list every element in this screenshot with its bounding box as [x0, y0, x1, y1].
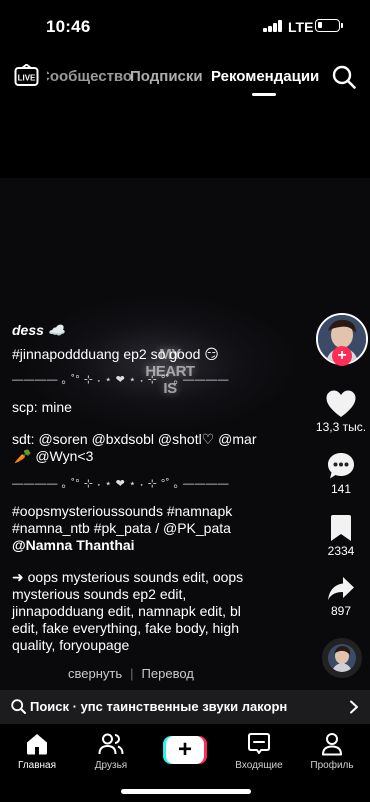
tab-following[interactable]: Подписки: [130, 68, 203, 85]
collapse-link[interactable]: свернуть: [68, 666, 122, 681]
battery-icon: [315, 19, 343, 32]
nav-home-label: Главная: [17, 760, 57, 771]
save-count: 2334: [327, 544, 355, 558]
caption-keywords: ➜ oops mysterious sounds edit, oops: [12, 569, 244, 585]
signal-icon: [263, 20, 283, 32]
music-cover-image: [328, 644, 356, 672]
nav-friends[interactable]: Друзья: [81, 732, 141, 771]
like-count: 13,3 тыс.: [315, 420, 367, 434]
caption-scp: scp: mine: [12, 399, 72, 415]
status-bar: 10:46 LTE: [0, 0, 370, 52]
author-username[interactable]: dess ☁️: [12, 322, 302, 339]
caption-line: #jinnapoddduang ep2 so good 😏: [12, 346, 219, 362]
caption-hashtags[interactable]: #oopsmysterioussounds #namnapk: [12, 503, 302, 520]
translate-link[interactable]: Перевод: [142, 666, 194, 681]
share-icon: [328, 577, 354, 600]
comment-button[interactable]: 141: [313, 452, 369, 496]
caption-hashtags-2[interactable]: #namna_ntb #pk_pata / @PK_pata: [12, 520, 302, 537]
home-indicator: [121, 789, 251, 794]
search-icon[interactable]: [332, 65, 356, 89]
like-button[interactable]: 13,3 тыс.: [313, 390, 369, 434]
create-button[interactable]: +: [163, 736, 207, 764]
caption-keywords-4: edit, fake everything, fake body, high: [12, 620, 239, 636]
friends-icon: [98, 733, 124, 755]
caption-sdt-2: 🥕 @Wyn<3: [14, 448, 94, 464]
svg-text:LIVE: LIVE: [18, 74, 36, 83]
nav-home[interactable]: Главная: [7, 732, 67, 771]
caption-keywords-3: jinnapodduang edit, namnapk edit, bl: [12, 603, 241, 619]
inbox-icon: [248, 733, 270, 754]
comment-icon: [328, 453, 354, 479]
caption-mention[interactable]: @Namna Thanthai: [12, 537, 302, 554]
nav-inbox[interactable]: Входящие: [229, 732, 289, 771]
bookmark-icon: [331, 515, 351, 541]
caption-sdt: sdt: @soren @bxdsobl @shotl♡ @mar: [12, 431, 257, 447]
tab-community[interactable]: Сообщество: [47, 68, 132, 85]
status-time: 10:46: [46, 17, 91, 36]
live-icon[interactable]: LIVE: [14, 64, 39, 88]
nav-profile-label: Профиль: [310, 760, 354, 771]
caption-actions: свернуть | Перевод: [68, 666, 194, 681]
save-button[interactable]: 2334: [313, 514, 369, 558]
caption-keywords-2: mysterious sounds ep2 edit,: [12, 586, 187, 602]
profile-icon: [322, 733, 342, 756]
share-count: 897: [330, 604, 352, 618]
active-tab-indicator: [252, 93, 276, 96]
search-icon: [11, 699, 26, 714]
top-nav: LIVE Сообщество Подписки Рекомендации: [0, 58, 370, 98]
related-search-bar[interactable]: Поиск · упс таинственные звуки лакорн: [0, 690, 370, 724]
home-icon: [27, 734, 47, 755]
nav-profile[interactable]: Профиль: [302, 732, 362, 771]
comment-count: 141: [330, 482, 352, 496]
video-caption: dess ☁️ #jinnapoddduang ep2 so good 😏 ——…: [12, 322, 302, 654]
caption-divider-2: ———— ｡ ˚° ⊹ ˖ ⋆ ❤ ⋆ ˖ ⊹ °˚ ｡ ————: [12, 478, 230, 490]
follow-button[interactable]: +: [332, 346, 352, 366]
plus-icon: +: [166, 736, 204, 764]
nav-inbox-label: Входящие: [235, 760, 283, 771]
related-search-text: Поиск · упс таинственные звуки лакорн: [30, 699, 288, 714]
tab-for-you[interactable]: Рекомендации: [211, 68, 319, 85]
caption-divider: ———— ｡ ˚° ⊹ ˖ ⋆ ❤ ⋆ ˖ ⊹ °˚ ｡ ————: [12, 374, 230, 386]
caption-keywords-5: quality, foryoupage: [12, 637, 130, 653]
music-disc[interactable]: [322, 638, 362, 678]
nav-friends-label: Друзья: [94, 760, 128, 771]
heart-icon: [326, 390, 356, 417]
share-button[interactable]: 897: [313, 576, 369, 618]
chevron-right-icon: [350, 700, 358, 714]
network-type: LTE: [288, 19, 314, 35]
